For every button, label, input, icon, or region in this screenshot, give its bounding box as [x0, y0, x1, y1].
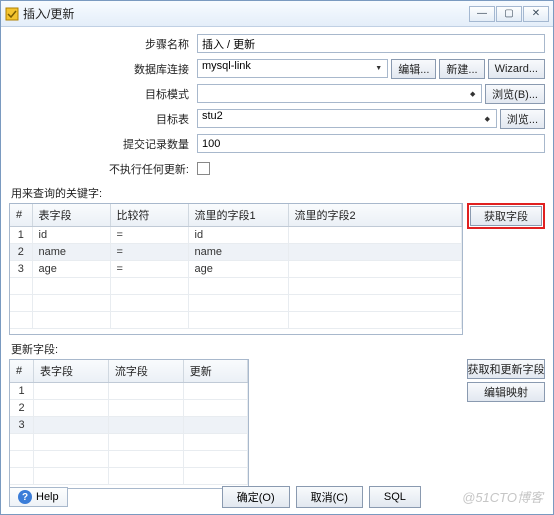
cancel-button[interactable]: 取消(C) — [296, 486, 363, 508]
update-table[interactable]: # 表字段 流字段 更新 1 2 3 — [9, 359, 249, 489]
titlebar: 插入/更新 — ▢ ✕ — [1, 1, 553, 27]
step-name-label: 步骤名称 — [9, 36, 197, 52]
table-header: # 表字段 流字段 更新 — [10, 360, 248, 383]
table-row[interactable]: 3 — [10, 417, 248, 434]
table-row[interactable] — [10, 434, 248, 451]
wizard-button[interactable]: Wizard... — [488, 59, 545, 79]
browse-schema-button[interactable]: 浏览(B)... — [485, 84, 545, 104]
sql-button[interactable]: SQL — [369, 486, 421, 508]
query-table[interactable]: # 表字段 比较符 流里的字段1 流里的字段2 1id=id 2name=nam… — [9, 203, 463, 335]
ok-button[interactable]: 确定(O) — [222, 486, 290, 508]
help-button[interactable]: ? Help — [9, 487, 68, 507]
no-update-checkbox[interactable] — [197, 162, 210, 175]
edit-connection-button[interactable]: 编辑... — [391, 59, 436, 79]
new-connection-button[interactable]: 新建... — [439, 59, 484, 79]
table-row[interactable] — [10, 295, 462, 312]
table-input[interactable]: stu2 ◆ — [197, 109, 497, 128]
get-fields-button[interactable]: 获取字段 — [470, 206, 542, 226]
step-name-input[interactable] — [197, 34, 545, 53]
no-update-label: 不执行任何更新: — [9, 161, 197, 177]
commit-input[interactable] — [197, 134, 545, 153]
connection-value: mysql-link — [202, 60, 251, 72]
edit-mapping-button[interactable]: 编辑映射 — [467, 382, 545, 402]
table-row[interactable]: 2 — [10, 400, 248, 417]
connection-select[interactable]: mysql-link ▼ — [197, 59, 388, 78]
highlight-box: 获取字段 — [467, 203, 545, 229]
help-icon: ? — [18, 490, 32, 504]
table-row[interactable]: 1id=id — [10, 227, 462, 244]
diamond-icon: ◆ — [466, 87, 479, 100]
table-row[interactable]: 2name=name — [10, 244, 462, 261]
app-icon — [5, 7, 19, 21]
query-section-label: 用来查询的关键字: — [11, 185, 545, 201]
get-update-fields-button[interactable]: 获取和更新字段 — [467, 359, 545, 379]
maximize-button[interactable]: ▢ — [496, 6, 522, 22]
watermark: @51CTO博客 — [462, 487, 543, 506]
browse-table-button[interactable]: 浏览... — [500, 109, 545, 129]
table-row[interactable] — [10, 468, 248, 485]
window-title: 插入/更新 — [23, 5, 74, 22]
update-section-label: 更新字段: — [11, 341, 545, 357]
close-button[interactable]: ✕ — [523, 6, 549, 22]
chevron-down-icon: ▼ — [372, 62, 385, 75]
diamond-icon: ◆ — [481, 112, 494, 125]
table-row[interactable]: 1 — [10, 383, 248, 400]
schema-input[interactable]: ◆ — [197, 84, 482, 103]
table-row[interactable] — [10, 451, 248, 468]
table-header: # 表字段 比较符 流里的字段1 流里的字段2 — [10, 204, 462, 227]
commit-label: 提交记录数量 — [9, 136, 197, 152]
minimize-button[interactable]: — — [469, 6, 495, 22]
table-row[interactable]: 3age=age — [10, 261, 462, 278]
table-row[interactable] — [10, 312, 462, 329]
table-label: 目标表 — [9, 111, 197, 127]
table-row[interactable] — [10, 278, 462, 295]
schema-label: 目标模式 — [9, 86, 197, 102]
table-value: stu2 — [202, 110, 223, 122]
connection-label: 数据库连接 — [9, 61, 197, 77]
help-label: Help — [36, 491, 59, 503]
